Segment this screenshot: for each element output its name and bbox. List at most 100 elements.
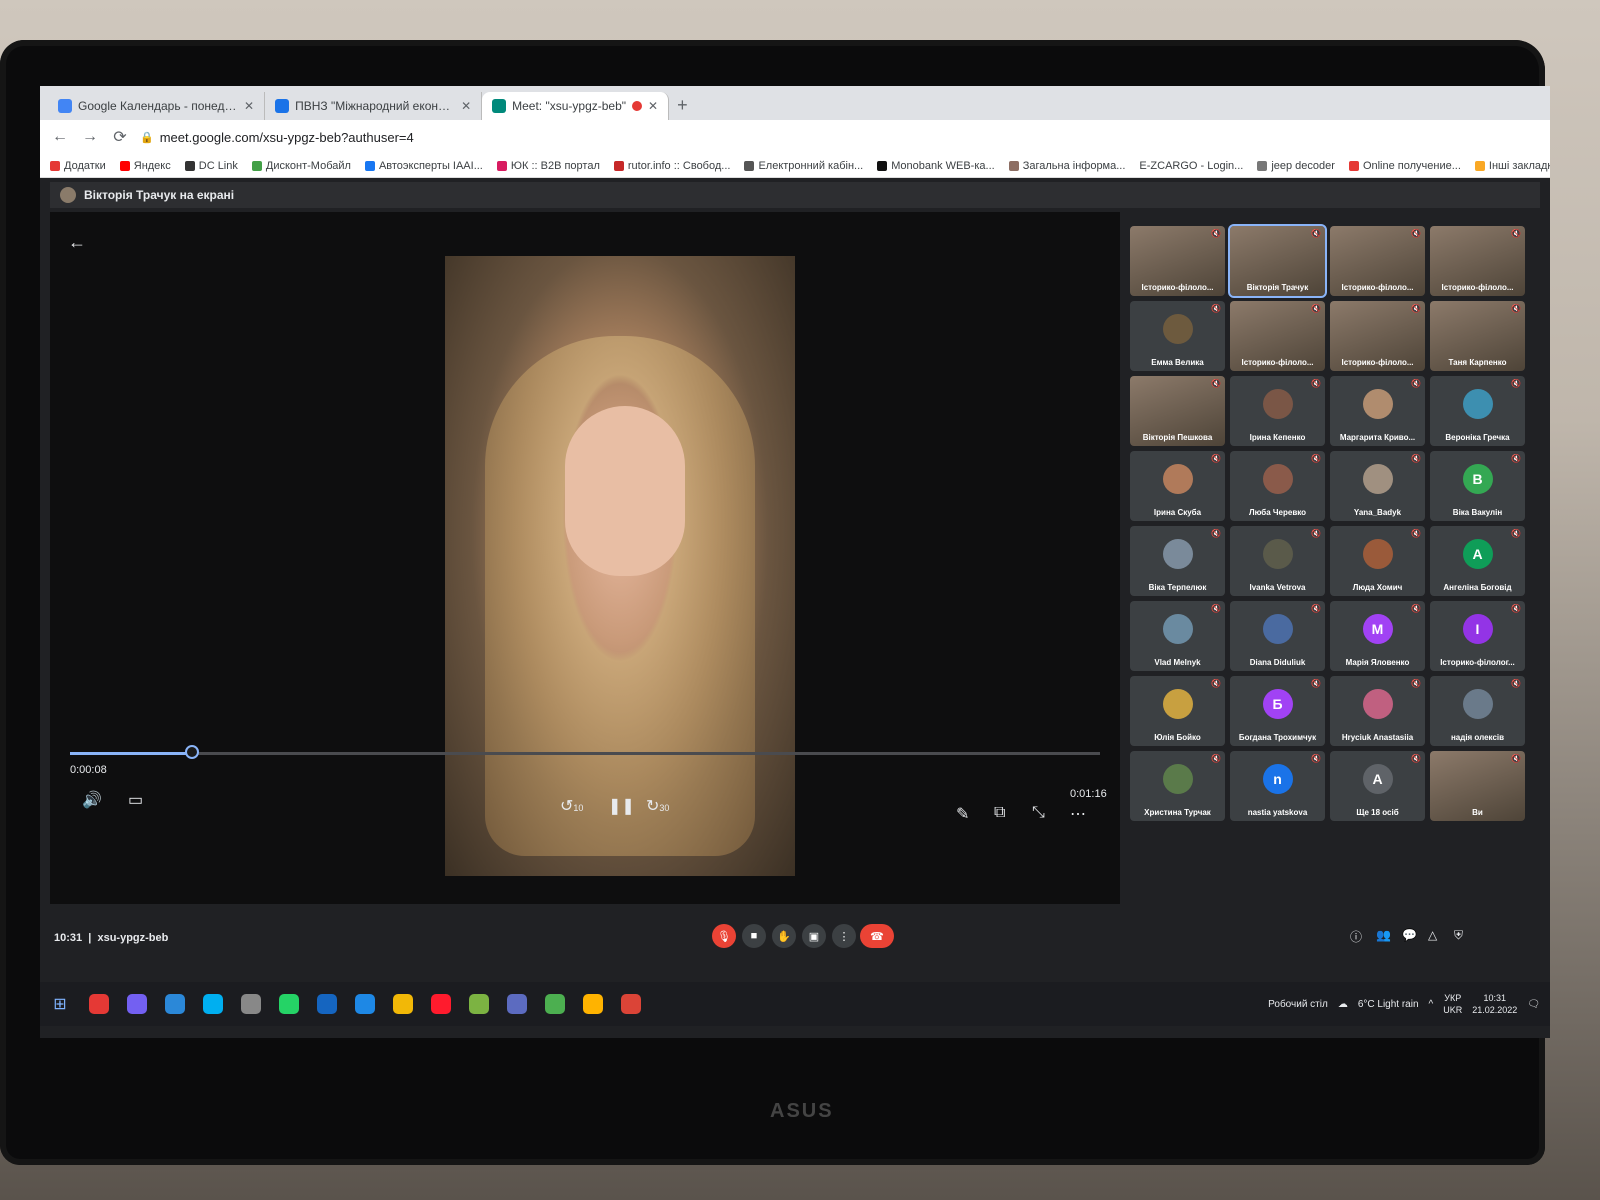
close-icon[interactable]: ✕ xyxy=(461,99,471,113)
new-tab-button[interactable]: + xyxy=(677,95,688,120)
bookmark-item[interactable]: Додатки xyxy=(50,160,106,172)
tray-clock[interactable]: 10:31 21.02.2022 xyxy=(1472,992,1517,1016)
weather-text[interactable]: 6°C Light rain xyxy=(1358,999,1419,1010)
participant-tile[interactable]: 🔇 Diana Diduliuk xyxy=(1230,601,1325,671)
participant-tile[interactable]: 🔇 Історико-філоло... xyxy=(1330,301,1425,371)
bookmark-item[interactable]: rutor.info :: Свобод... xyxy=(613,160,730,172)
participant-tile[interactable]: 🔇 Вікторія Пешкова xyxy=(1130,376,1225,446)
participant-tile[interactable]: Б 🔇 Богдана Трохимчук xyxy=(1230,676,1325,746)
participant-tile[interactable]: 🔇 Ірина Скуба xyxy=(1130,451,1225,521)
bookmark-item[interactable]: Monobank WEB-ка... xyxy=(877,160,995,172)
exit-fullscreen-icon[interactable]: ⤡ xyxy=(1032,804,1045,822)
taskbar-app-icon[interactable] xyxy=(272,989,306,1019)
taskbar-app-icon[interactable] xyxy=(348,989,382,1019)
participant-tile[interactable]: 🔇 Таня Карпенко xyxy=(1430,301,1525,371)
participant-tile[interactable]: A 🔇 Ще 18 осіб xyxy=(1330,751,1425,821)
taskbar-app-icon[interactable] xyxy=(196,989,230,1019)
seek-bar[interactable] xyxy=(70,745,1100,759)
participant-tile[interactable]: 🔇 Маргарита Криво... xyxy=(1330,376,1425,446)
desktop-label[interactable]: Робочий стіл xyxy=(1268,999,1328,1010)
language-indicator[interactable]: УКР UKR xyxy=(1443,992,1462,1016)
seek-handle[interactable] xyxy=(184,745,199,759)
participant-tile[interactable]: 🔇 Ірина Кепенко xyxy=(1230,376,1325,446)
mic-off-button[interactable]: 🎙 xyxy=(712,924,736,948)
back-arrow-icon[interactable]: ← xyxy=(68,232,86,253)
volume-icon[interactable]: 🔊 xyxy=(82,790,102,810)
participant-tile[interactable]: 🔇 Історико-філоло... xyxy=(1430,226,1525,296)
taskbar-app-icon[interactable] xyxy=(82,989,116,1019)
skip-back-button[interactable]: ↺10 xyxy=(560,796,583,816)
tab-university[interactable]: ПВНЗ "Міжнародний економіко... ✕ xyxy=(265,92,483,120)
bookmark-item[interactable]: Дисконт-Мобайл xyxy=(251,160,351,172)
participant-tile[interactable]: І 🔇 Історико-філолог... xyxy=(1430,601,1525,671)
windows-start-icon[interactable]: ⊞ xyxy=(40,994,80,1014)
taskbar-app-icon[interactable] xyxy=(500,989,534,1019)
participant-tile[interactable]: 🔇 Історико-філоло... xyxy=(1130,226,1225,296)
participant-tile[interactable]: В 🔇 Віка Вакулін xyxy=(1430,451,1525,521)
present-button[interactable]: ▣ xyxy=(802,924,826,948)
picture-in-picture-icon[interactable]: ⧉ xyxy=(994,804,1005,822)
host-controls-icon[interactable]: ⛨ xyxy=(1454,928,1463,943)
people-icon[interactable]: 👥 xyxy=(1376,928,1391,942)
taskbar-app-icon[interactable] xyxy=(158,989,192,1019)
taskbar-app-icon[interactable] xyxy=(234,989,268,1019)
participant-tile[interactable]: 🔇 Віка Терпелюк xyxy=(1130,526,1225,596)
participant-tile[interactable]: 🔇 Історико-філоло... xyxy=(1230,301,1325,371)
close-icon[interactable]: ✕ xyxy=(244,99,254,113)
participant-tile[interactable]: А 🔇 Ангеліна Боговід xyxy=(1430,526,1525,596)
notifications-icon[interactable]: 🗨 xyxy=(1527,999,1540,1010)
reload-icon[interactable]: ⟳ xyxy=(110,127,130,147)
participant-tile[interactable]: 🔇 Ivanka Vetrova xyxy=(1230,526,1325,596)
participant-tile[interactable]: 🔇 Вікторія Трачук xyxy=(1228,224,1327,298)
participant-tile[interactable]: 🔇 Yana_Badyk xyxy=(1330,451,1425,521)
activities-icon[interactable]: △ xyxy=(1428,928,1437,942)
participant-tile[interactable]: 🔇 Христина Турчак xyxy=(1130,751,1225,821)
taskbar-app-icon[interactable] xyxy=(462,989,496,1019)
captions-icon[interactable]: ▭ xyxy=(128,790,143,810)
chat-icon[interactable]: 💬 xyxy=(1402,928,1417,942)
participant-tile[interactable]: 🔇 Ви xyxy=(1430,751,1525,821)
participant-tile[interactable]: 🔇 Вероніка Гречка xyxy=(1430,376,1525,446)
participant-tile[interactable]: 🔇 Люба Черевко xyxy=(1230,451,1325,521)
bookmark-item[interactable]: Електронний кабін... xyxy=(744,160,863,172)
participant-tile[interactable]: 🔇 Люда Хомич xyxy=(1330,526,1425,596)
participant-tile[interactable]: 🔇 Емма Велика xyxy=(1130,301,1225,371)
tab-calendar[interactable]: Google Календарь - понедельн... ✕ xyxy=(48,92,266,120)
more-options-icon[interactable]: ⋯ xyxy=(1070,804,1086,824)
participant-tile[interactable]: 🔇 Hryciuk Anastasiia xyxy=(1330,676,1425,746)
back-icon[interactable]: ← xyxy=(50,128,70,146)
participant-tile[interactable]: M 🔇 Марія Яловенко xyxy=(1330,601,1425,671)
taskbar-app-icon[interactable] xyxy=(386,989,420,1019)
skip-forward-button[interactable]: ↻30 xyxy=(646,796,669,816)
participant-tile[interactable]: n 🔇 nastia yatskova xyxy=(1230,751,1325,821)
taskbar-app-icon[interactable] xyxy=(576,989,610,1019)
url-field[interactable]: 🔒 meet.google.com/xsu-ypgz-beb?authuser=… xyxy=(140,130,414,145)
pencil-icon[interactable]: ✎ xyxy=(956,804,969,824)
bookmark-item[interactable]: Online получение... xyxy=(1348,160,1461,172)
close-icon[interactable]: ✕ xyxy=(648,99,658,113)
participant-tile[interactable]: 🔇 Vlad Melnyk xyxy=(1130,601,1225,671)
participant-tile[interactable]: 🔇 Юлія Бойко xyxy=(1130,676,1225,746)
forward-icon[interactable]: → xyxy=(80,128,100,146)
bookmark-item[interactable]: Загальна інформа... xyxy=(1008,160,1125,172)
taskbar-app-icon[interactable] xyxy=(310,989,344,1019)
taskbar-app-icon[interactable] xyxy=(424,989,458,1019)
bookmark-other[interactable]: Інші закладки xyxy=(1474,160,1550,172)
raise-hand-button[interactable]: ✋ xyxy=(772,924,796,948)
taskbar-app-icon[interactable] xyxy=(538,989,572,1019)
info-icon[interactable]: ⓘ xyxy=(1350,928,1362,945)
end-call-button[interactable]: ☎ xyxy=(860,924,894,948)
bookmark-item[interactable]: DC Link xyxy=(184,160,238,172)
camera-button[interactable]: ■ xyxy=(742,924,766,948)
participant-tile[interactable]: 🔇 надія олексів xyxy=(1430,676,1525,746)
pause-icon[interactable]: ❚❚ xyxy=(608,796,635,816)
chevron-up-icon[interactable]: ^ xyxy=(1429,999,1434,1010)
taskbar-app-icon[interactable] xyxy=(120,989,154,1019)
bookmark-item[interactable]: jeep decoder xyxy=(1257,160,1335,172)
bookmark-item[interactable]: E-ZCARGO - Login... xyxy=(1139,160,1243,172)
taskbar-app-icon[interactable] xyxy=(614,989,648,1019)
bookmark-item[interactable]: Автоэксперты IAAI... xyxy=(364,160,483,172)
tab-meet[interactable]: Meet: "xsu-ypgz-beb" ✕ xyxy=(482,92,670,120)
more-button[interactable]: ⋮ xyxy=(832,924,856,948)
participant-tile[interactable]: 🔇 Історико-філоло... xyxy=(1330,226,1425,296)
